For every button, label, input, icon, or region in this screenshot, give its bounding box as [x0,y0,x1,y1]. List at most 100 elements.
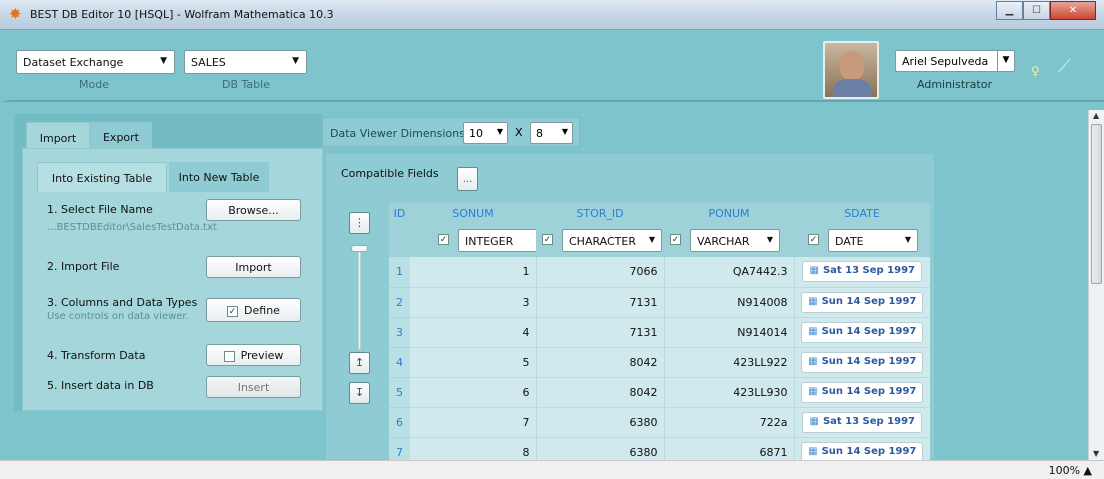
avatar-body [833,79,871,97]
chevron-down-icon: ▼ [648,235,655,244]
db-table-caption: DB Table [222,78,270,91]
mode-select[interactable]: Dataset Exchange ▼ [16,50,175,74]
date-value: Sat 13 Sep 1997 [822,265,916,277]
cell-sonum[interactable]: 6 [410,377,537,408]
chevron-down-icon: ▼ [561,127,568,136]
define-checkbox[interactable]: ✓ [227,305,239,317]
sonum-type-value: INTEGER [465,235,514,248]
date-value: Sun 14 Sep 1997 [821,385,917,397]
compatible-fields-label: Compatible Fields [341,167,439,180]
date-picker-button[interactable]: ▦ Sat 13 Sep 1997 [802,411,923,433]
lightbulb-icon[interactable]: ♀ [1031,64,1040,78]
vertical-dots-icon[interactable]: ⋮ [349,212,370,234]
date-picker-button[interactable]: ▦ Sun 14 Sep 1997 [801,291,924,313]
row-slider[interactable]: ⋮ ↥ ↧ [349,212,370,410]
title-bar: ✸ BEST DB Editor 10 [HSQL] - Wolfram Mat… [0,0,1104,30]
scrollbar-thumb[interactable] [1091,124,1102,284]
column-header-ponum[interactable]: PONUM [664,203,794,224]
minimize-button[interactable]: ▁ [996,1,1023,20]
sonum-type-cell: ✓ INTEGER▼ [410,224,550,257]
maximize-button[interactable]: ☐ [1023,1,1050,20]
user-select[interactable]: Ariel Sepulveda ▼ [895,50,1015,72]
column-header-sdate[interactable]: SDATE [794,203,930,224]
cell-ponum[interactable]: QA7442.3 [664,257,795,288]
date-picker-button[interactable]: ▦ Sun 14 Sep 1997 [801,321,924,343]
cell-ponum[interactable]: 423LL930 [664,377,795,408]
calendar-icon: ▦ [809,265,819,277]
preview-button[interactable]: Preview [206,344,301,366]
date-picker-button[interactable]: ▦ Sat 13 Sep 1997 [802,261,923,283]
insert-button[interactable]: Insert [206,376,301,398]
sonum-checkbox[interactable]: ✓ [438,234,449,245]
chevron-down-icon: ▼ [904,235,911,244]
row-id: 5 [389,377,410,408]
cell-stor-id[interactable]: 7066 [536,257,665,288]
zoom-level[interactable]: 100% ▲ [1049,464,1092,477]
cell-sonum[interactable]: 1 [410,257,537,288]
row-id: 6 [389,407,410,438]
cell-stor-id[interactable]: 7131 [536,317,665,348]
id-control-cell [389,224,410,257]
column-header-sonum[interactable]: SONUM [410,203,536,224]
cell-sonum[interactable]: 5 [410,347,537,378]
chevron-down-icon: ▼ [292,56,299,66]
cell-sdate: ▦ Sat 13 Sep 1997 [794,257,930,288]
sdate-type-select[interactable]: DATE ▼ [828,229,918,252]
stor-id-type-select[interactable]: CHARACTER ▼ [562,229,662,252]
ponum-type-select[interactable]: VARCHAR ▼ [690,229,780,252]
cell-stor-id[interactable]: 8042 [536,347,665,378]
cell-stor-id[interactable]: 6380 [536,407,665,438]
column-header-stor-id[interactable]: STOR_ID [536,203,664,224]
dims-x: X [515,126,523,139]
sdate-type-value: DATE [835,235,864,248]
chevron-down-icon: ▼ [766,235,773,244]
cell-sdate: ▦ Sun 14 Sep 1997 [794,317,930,348]
window-title: BEST DB Editor 10 [HSQL] - Wolfram Mathe… [30,8,334,21]
cell-sonum[interactable]: 7 [410,407,537,438]
connection-icon[interactable]: ⟋ [1058,56,1071,77]
avatar-face [840,51,864,81]
subtab-into-new-table[interactable]: Into New Table [169,162,269,192]
vertical-scrollbar[interactable]: ▲ ▼ [1088,110,1104,460]
table-row: 4 5 8042 423LL922 ▦ Sun 14 Sep 1997 [389,347,930,378]
compatible-fields-button[interactable]: ... [457,167,478,191]
cell-ponum[interactable]: 423LL922 [664,347,795,378]
cell-sonum[interactable]: 3 [410,287,537,318]
slider-thumb[interactable] [351,245,368,252]
cell-sonum[interactable]: 4 [410,317,537,348]
import-button[interactable]: Import [206,256,301,278]
cell-stor-id[interactable]: 8042 [536,377,665,408]
scroll-top-icon[interactable]: ↥ [349,352,370,374]
step-1-label: 1. Select File Name [47,203,153,216]
cols-select[interactable]: 8 ▼ [530,122,573,144]
define-button[interactable]: ✓ Define [206,298,301,322]
slider-track[interactable] [358,248,361,350]
rows-select[interactable]: 10 ▼ [463,122,508,144]
subtab-into-existing-table[interactable]: Into Existing Table [37,162,167,192]
chevron-down-icon: ▼ [160,56,167,66]
sdate-checkbox[interactable]: ✓ [808,234,819,245]
date-picker-button[interactable]: ▦ Sun 14 Sep 1997 [801,351,924,373]
close-button[interactable]: ✕ [1050,1,1096,20]
scroll-up-icon[interactable]: ▲ [1093,111,1099,120]
db-table-select-value: SALES [191,56,226,69]
data-grid: ID SONUM STOR_ID PONUM SDATE ✓ INTEGER▼ … [389,203,930,468]
table-row: 3 4 7131 N914014 ▦ Sun 14 Sep 1997 [389,317,930,348]
row-id: 2 [389,287,410,318]
preview-checkbox[interactable] [223,350,235,362]
cell-ponum[interactable]: N914014 [664,317,795,348]
date-picker-button[interactable]: ▦ Sun 14 Sep 1997 [801,381,924,403]
cell-ponum[interactable]: N914008 [664,287,795,318]
scroll-down-icon[interactable]: ▼ [1093,449,1099,458]
stor-id-checkbox[interactable]: ✓ [542,234,553,245]
scroll-bottom-icon[interactable]: ↧ [349,382,370,404]
ponum-checkbox[interactable]: ✓ [670,234,681,245]
db-table-select[interactable]: SALES ▼ [184,50,307,74]
cell-stor-id[interactable]: 7131 [536,287,665,318]
browse-button[interactable]: Browse... [206,199,301,221]
zoom-value: 100% [1048,464,1081,477]
step-4-label: 4. Transform Data [47,349,146,362]
cell-ponum[interactable]: 722a [664,407,795,438]
chevron-down-icon: ▼ [997,51,1014,71]
chevron-down-icon: ▼ [496,127,503,136]
